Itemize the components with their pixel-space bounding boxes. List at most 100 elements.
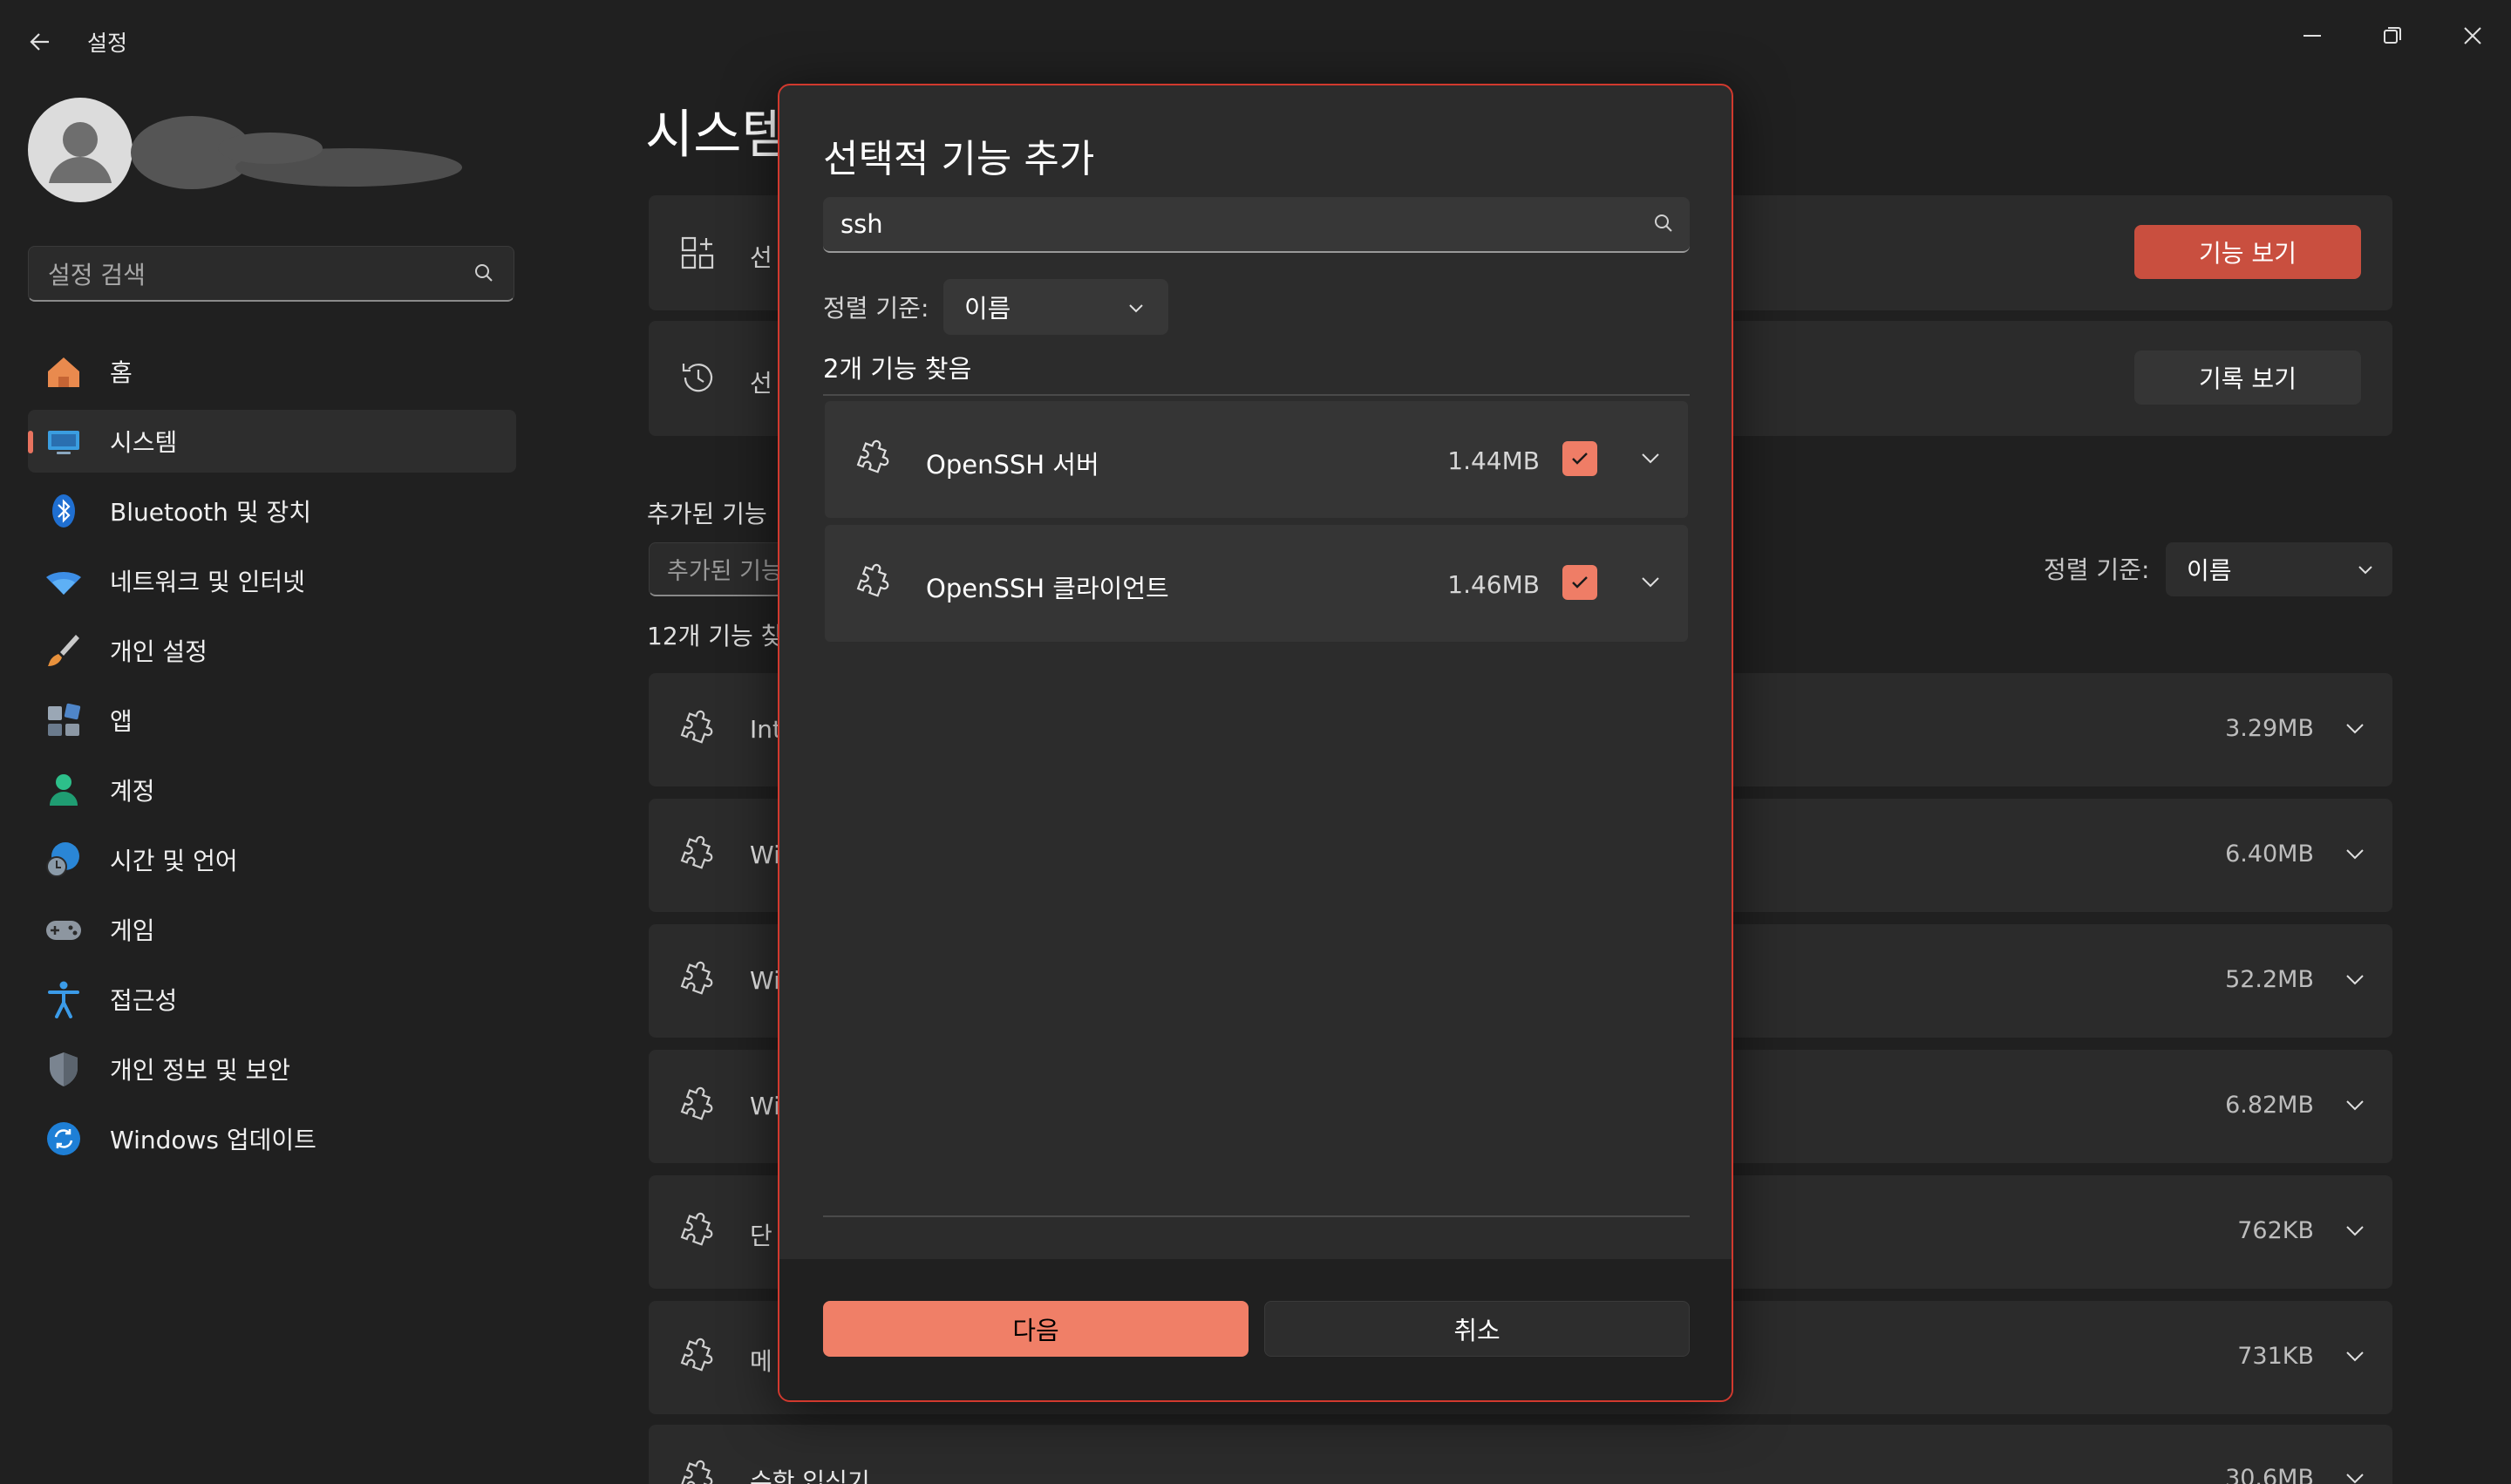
feature-name: Wi [750, 1092, 780, 1120]
dialog-title: 선택적 기능 추가 [823, 137, 1095, 181]
chevron-down-icon[interactable] [2344, 1093, 2366, 1116]
accessibility-icon [48, 981, 79, 1018]
sidebar-item-label: 네트워크 및 인터넷 [110, 568, 305, 596]
puzzle-icon [680, 710, 713, 744]
maximize-button[interactable] [2352, 10, 2433, 61]
feature-size: 52.2MB [2225, 966, 2314, 993]
brush-icon [48, 635, 79, 666]
feature-checkbox[interactable] [1562, 565, 1597, 600]
cancel-button[interactable]: 취소 [1264, 1301, 1690, 1357]
settings-search-placeholder: 설정 검색 [48, 260, 146, 289]
sidebar-item-label: 개인 정보 및 보안 [110, 1056, 291, 1085]
sidebar-item-label: 시간 및 언어 [110, 847, 238, 875]
chevron-down-icon[interactable] [2344, 1219, 2366, 1242]
sort-dropdown[interactable]: 이름 [2166, 542, 2392, 596]
feature-name: 메 [750, 1347, 772, 1376]
feature-size: 731KB [2237, 1343, 2314, 1370]
dialog-feature-item[interactable]: OpenSSH 클라이언트 1.46MB [825, 525, 1688, 642]
wifi-icon [46, 571, 81, 595]
sidebar-item-home[interactable]: 홈 [28, 340, 516, 403]
back-arrow-icon [30, 33, 49, 51]
minimize-icon [2303, 35, 2321, 37]
dialog-sort-dropdown[interactable]: 이름 [943, 279, 1168, 335]
puzzle-icon [680, 961, 713, 995]
bluetooth-icon [52, 494, 75, 528]
puzzle-icon [856, 563, 889, 597]
feature-name: OpenSSH 클라이언트 [926, 574, 1169, 603]
sidebar-item-label: 개인 설정 [110, 637, 208, 666]
chevron-down-icon[interactable] [2344, 717, 2366, 739]
dialog-footer: 다음 취소 [779, 1259, 1732, 1400]
dialog-feature-item[interactable]: OpenSSH 서버 1.44MB [825, 401, 1688, 518]
sidebar-item-bluetooth[interactable]: Bluetooth 및 장치 [28, 480, 516, 542]
card-text: 선 [750, 369, 772, 398]
sidebar-item-network[interactable]: 네트워크 및 인터넷 [28, 549, 516, 612]
feature-row[interactable]: 수학 입식기 30.6MB [649, 1425, 2392, 1484]
chevron-down-icon[interactable] [2344, 1344, 2366, 1367]
dialog-search-input[interactable]: ssh [823, 197, 1690, 253]
chevron-down-icon[interactable] [2344, 1467, 2366, 1484]
sidebar-item-time-language[interactable]: 시간 및 언어 [28, 828, 516, 891]
close-button[interactable] [2433, 10, 2511, 61]
dialog-sort-value: 이름 [964, 294, 1011, 323]
feature-size: 762KB [2237, 1217, 2314, 1244]
sidebar-item-accessibility[interactable]: 접근성 [28, 968, 516, 1031]
puzzle-icon [680, 1460, 713, 1484]
view-history-button[interactable]: 기록 보기 [2134, 351, 2361, 405]
feature-size: 1.44MB [1447, 446, 1540, 475]
chevron-down-icon[interactable] [1639, 446, 1662, 469]
feature-name: OpenSSH 서버 [926, 450, 1099, 480]
close-icon [2464, 27, 2481, 44]
home-icon [48, 357, 79, 387]
add-optional-feature-dialog: 선택적 기능 추가 ssh 정렬 기준: 이름 2개 기능 찾음 OpenSSH… [778, 84, 1733, 1402]
person-icon [50, 774, 78, 806]
feature-size: 3.29MB [2225, 715, 2314, 742]
checkmark-icon [1572, 576, 1588, 589]
back-button[interactable] [21, 23, 59, 61]
sidebar-nav: 홈 시스템 Bluetooth 및 장치 네트워크 및 인터넷 개인 설정 앱 … [28, 340, 516, 1177]
feature-count: 12개 기능 찾 [647, 622, 784, 650]
sidebar-item-personalization[interactable]: 개인 설정 [28, 619, 516, 682]
monitor-icon [48, 431, 79, 454]
chevron-down-icon[interactable] [2344, 968, 2366, 990]
feature-size: 6.82MB [2225, 1092, 2314, 1119]
sidebar-item-label: 게임 [110, 916, 155, 945]
view-features-button[interactable]: 기능 보기 [2134, 225, 2361, 279]
feature-name: Wi [750, 841, 780, 869]
puzzle-icon [680, 835, 713, 869]
sidebar-item-apps[interactable]: 앱 [28, 689, 516, 752]
avatar[interactable] [28, 98, 133, 202]
feature-checkbox[interactable] [1562, 441, 1597, 476]
sidebar-item-system[interactable]: 시스템 [28, 410, 516, 473]
add-grid-icon [681, 236, 714, 269]
feature-size: 6.40MB [2225, 841, 2314, 868]
sidebar-item-label: 접근성 [110, 986, 178, 1015]
settings-search-input[interactable]: 설정 검색 [28, 246, 514, 302]
apps-icon [48, 703, 81, 736]
sidebar-item-label: 앱 [110, 707, 133, 736]
puzzle-icon [856, 439, 889, 473]
chevron-down-icon[interactable] [1639, 570, 1662, 593]
installed-search-input[interactable]: 추가된 기능 [649, 542, 788, 596]
list-divider [823, 1215, 1690, 1217]
sidebar-item-privacy[interactable]: 개인 정보 및 보안 [28, 1038, 516, 1100]
search-icon [1655, 214, 1672, 232]
sidebar-item-label: 계정 [110, 777, 155, 806]
sidebar-item-windows-update[interactable]: Windows 업데이트 [28, 1107, 516, 1170]
sidebar-item-accounts[interactable]: 계정 [28, 759, 516, 821]
card-text: 선 [750, 243, 772, 272]
minimize-button[interactable] [2272, 10, 2352, 61]
next-button[interactable]: 다음 [823, 1301, 1249, 1357]
sidebar-item-gaming[interactable]: 게임 [28, 898, 516, 961]
installed-features-label: 추가된 기능 [647, 500, 767, 528]
puzzle-icon [680, 1212, 713, 1246]
chevron-down-icon [1129, 304, 1143, 313]
redacted-username [131, 116, 462, 189]
feature-name: 수학 입식기 [750, 1467, 870, 1484]
sidebar-item-label: 시스템 [110, 428, 178, 457]
chevron-down-icon[interactable] [2344, 842, 2366, 865]
dialog-found-count: 2개 기능 찾음 [823, 354, 972, 384]
sort-value: 이름 [2187, 556, 2232, 585]
puzzle-icon [680, 1338, 713, 1372]
installed-search-placeholder: 추가된 기능 [667, 558, 783, 585]
